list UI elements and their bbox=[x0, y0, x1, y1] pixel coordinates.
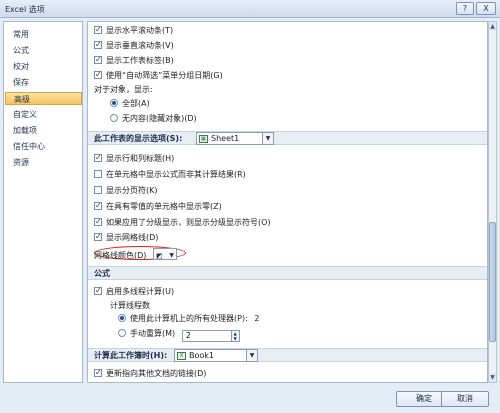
checkbox[interactable] bbox=[94, 216, 102, 228]
dialog-body: 常用 公式 校对 保存 高级 自定义 加载项 信任中心 资源 显示水平滚动条(T… bbox=[0, 18, 500, 413]
radio[interactable] bbox=[110, 99, 118, 107]
option-label: 如果应用了分级显示，则显示分级显示符号(O) bbox=[106, 218, 271, 227]
thread-count-value: 2 bbox=[185, 331, 191, 340]
paint-bucket-icon: ◩ bbox=[155, 252, 163, 260]
checkbox[interactable] bbox=[94, 367, 102, 379]
thread-count-spinner[interactable]: 2 ▲ ▼ bbox=[181, 330, 240, 342]
option-show-sheet-tabs[interactable]: 显示工作表标签(B) bbox=[94, 54, 174, 67]
option-label: 使用此计算机上的所有处理器(P): bbox=[130, 314, 248, 323]
checkbox[interactable] bbox=[94, 186, 102, 194]
option-show-zero[interactable]: 在具有零值的单元格中显示零(Z) bbox=[94, 200, 222, 213]
book-select-value: Book1 bbox=[189, 351, 214, 360]
workbook-icon: X bbox=[177, 352, 186, 360]
close-button[interactable]: X bbox=[476, 2, 496, 15]
checkbox[interactable] bbox=[94, 200, 102, 212]
option-show-outline[interactable]: 如果应用了分级显示，则显示分级显示符号(O) bbox=[94, 216, 271, 229]
checkbox[interactable] bbox=[94, 69, 102, 81]
option-update-links[interactable]: 更新指向其他文档的链接(D) bbox=[94, 367, 207, 380]
option-label: 无内容(隐藏对象)(D) bbox=[122, 114, 197, 123]
gridline-color-label: 网格线颜色(D) bbox=[94, 251, 147, 260]
option-use-all-processors[interactable]: 使用此计算机上的所有处理器(P): 2 bbox=[118, 313, 259, 325]
spinner-arrows-icon[interactable]: ▲ ▼ bbox=[230, 331, 239, 341]
gridline-color-row: 网格线颜色(D) ◩ ▼ bbox=[94, 248, 177, 260]
objects-label: 对于对象，显示: bbox=[94, 85, 153, 94]
option-show-headers[interactable]: 显示行和列标题(H) bbox=[94, 152, 175, 165]
option-objects-none[interactable]: 无内容(隐藏对象)(D) bbox=[110, 113, 197, 125]
option-label: 启用多线程计算(U) bbox=[106, 287, 175, 296]
chevron-down-icon[interactable]: ▼ bbox=[262, 133, 273, 144]
sidebar-item-resources[interactable]: 资源 bbox=[5, 156, 82, 169]
sidebar-item-addins[interactable]: 加载项 bbox=[5, 124, 82, 137]
checkbox[interactable] bbox=[94, 285, 102, 297]
section-title: 公式 bbox=[94, 269, 110, 278]
option-label: 更新指向其他文档的链接(D) bbox=[106, 369, 207, 378]
radio[interactable] bbox=[110, 114, 118, 122]
processor-count: 2 bbox=[254, 314, 260, 323]
formulas-section: 公式 bbox=[88, 266, 487, 280]
section-title: 此工作表的显示选项(S): bbox=[94, 134, 183, 143]
sheet-select[interactable]: ▦ Sheet1 ▼ bbox=[196, 132, 274, 145]
option-label: 显示分页符(K) bbox=[106, 186, 158, 195]
sheet-display-section: 此工作表的显示选项(S): ▦ Sheet1 ▼ bbox=[88, 131, 487, 145]
sidebar-item-customize[interactable]: 自定义 bbox=[5, 108, 82, 121]
checkbox[interactable] bbox=[94, 54, 102, 66]
option-label: 显示水平滚动条(T) bbox=[106, 26, 174, 35]
checkbox[interactable] bbox=[94, 39, 102, 51]
scroll-down-icon[interactable]: ▼ bbox=[489, 373, 496, 382]
sidebar-item-save[interactable]: 保存 bbox=[5, 76, 82, 89]
option-label: 显示工作表标签(B) bbox=[106, 56, 174, 65]
option-group-dates[interactable]: 使用“自动筛选”菜单分组日期(G) bbox=[94, 69, 223, 82]
option-label: 手动重算(M) bbox=[130, 329, 176, 338]
option-show-gridlines[interactable]: 显示网格线(D) bbox=[94, 231, 159, 244]
option-label: 显示垂直滚动条(V) bbox=[106, 41, 174, 50]
sidebar-item-popular[interactable]: 常用 bbox=[5, 28, 82, 41]
option-label: 使用“自动筛选”菜单分组日期(G) bbox=[106, 71, 223, 80]
options-sidebar: 常用 公式 校对 保存 高级 自定义 加载项 信任中心 资源 bbox=[3, 21, 83, 383]
scroll-thumb[interactable] bbox=[489, 222, 496, 342]
chevron-down-icon: ▼ bbox=[169, 252, 174, 259]
option-show-hscroll[interactable]: 显示水平滚动条(T) bbox=[94, 24, 174, 37]
option-multithread[interactable]: 启用多线程计算(U) bbox=[94, 285, 175, 298]
sheet-select-value: Sheet1 bbox=[211, 134, 240, 143]
title-bar: Excel 选项 ? X bbox=[0, 0, 500, 18]
checkbox[interactable] bbox=[94, 170, 102, 178]
sidebar-item-proofing[interactable]: 校对 bbox=[5, 60, 82, 73]
scroll-up-icon[interactable]: ▲ bbox=[489, 22, 496, 31]
option-show-vscroll[interactable]: 显示垂直滚动条(V) bbox=[94, 39, 174, 52]
help-button[interactable]: ? bbox=[456, 2, 474, 15]
radio[interactable] bbox=[118, 314, 126, 322]
book-select[interactable]: X Book1 ▼ bbox=[174, 349, 258, 362]
option-show-page-breaks[interactable]: 显示分页符(K) bbox=[94, 185, 158, 197]
calc-section: 计算此工作簿时(H): X Book1 ▼ bbox=[88, 348, 487, 362]
sidebar-item-advanced[interactable]: 高级 bbox=[5, 92, 82, 105]
option-label: 在单元格中显示公式而非其计算结果(R) bbox=[106, 170, 246, 179]
checkbox[interactable] bbox=[94, 24, 102, 36]
option-show-formulas[interactable]: 在单元格中显示公式而非其计算结果(R) bbox=[94, 169, 246, 181]
sheet-icon: ▦ bbox=[199, 135, 208, 143]
threads-label: 计算线程数 bbox=[110, 301, 150, 310]
options-content: 显示水平滚动条(T) 显示垂直滚动条(V) 显示工作表标签(B) 使用“自动筛选… bbox=[87, 21, 488, 383]
window-title: Excel 选项 bbox=[5, 5, 45, 14]
section-title: 计算此工作簿时(H): bbox=[94, 351, 168, 360]
checkbox[interactable] bbox=[94, 152, 102, 164]
cancel-button[interactable]: 取消 bbox=[441, 391, 489, 407]
option-label: 在具有零值的单元格中显示零(Z) bbox=[106, 202, 222, 211]
checkbox[interactable] bbox=[94, 231, 102, 243]
option-label: 显示行和列标题(H) bbox=[106, 154, 175, 163]
chevron-down-icon[interactable]: ▼ bbox=[246, 350, 257, 361]
vertical-scrollbar[interactable]: ▲ ▼ bbox=[488, 21, 497, 383]
option-label: 全部(A) bbox=[122, 99, 150, 108]
gridline-color-button[interactable]: ◩ ▼ bbox=[152, 248, 177, 260]
option-label: 显示网格线(D) bbox=[106, 233, 159, 242]
radio[interactable] bbox=[118, 329, 126, 337]
option-manual-threads[interactable]: 手动重算(M) 2 ▲ ▼ bbox=[118, 328, 240, 342]
sidebar-item-formulas[interactable]: 公式 bbox=[5, 44, 82, 57]
sidebar-item-trust-center[interactable]: 信任中心 bbox=[5, 140, 82, 153]
option-objects-all[interactable]: 全部(A) bbox=[110, 98, 150, 110]
